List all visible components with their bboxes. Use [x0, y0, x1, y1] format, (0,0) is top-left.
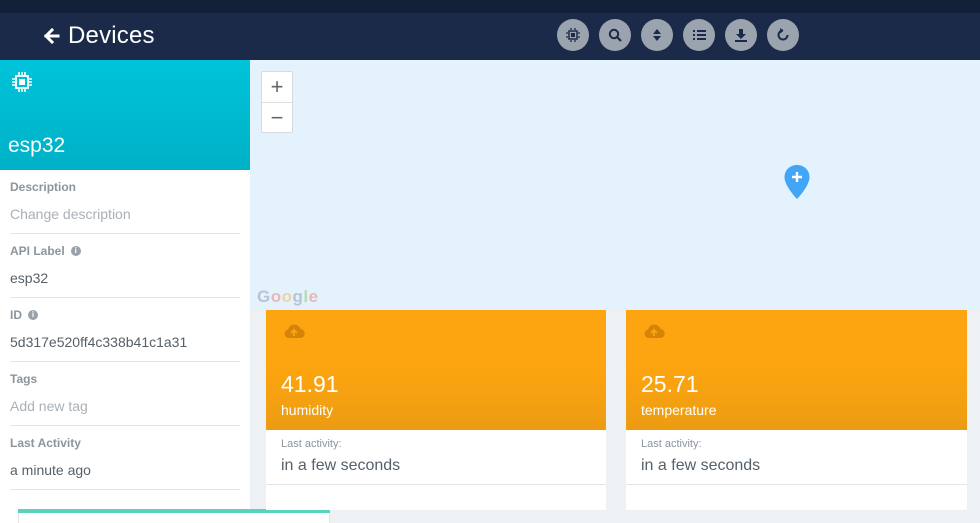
zoom-out-button[interactable]: −: [262, 102, 292, 132]
variable-name: humidity: [281, 402, 334, 418]
chip-icon: [566, 28, 580, 42]
device-name: esp32: [8, 134, 66, 157]
variable-name: temperature: [641, 402, 717, 418]
variable-value: 25.71: [641, 371, 699, 397]
cloud-upload-icon: [644, 324, 665, 339]
page-title: Devices: [68, 22, 155, 49]
tags-field[interactable]: Tags Add new tag: [0, 362, 250, 426]
info-icon[interactable]: i: [28, 310, 38, 320]
field-label-text: Description: [10, 180, 77, 194]
id-field: ID i 5d317e520ff4c338b41c1a31: [0, 298, 250, 362]
field-label: API Label i: [10, 244, 81, 258]
zoom-in-button[interactable]: +: [262, 72, 292, 102]
google-logo: Google: [257, 287, 319, 306]
top-strip: [0, 0, 980, 13]
field-label: Tags: [10, 372, 37, 386]
refresh-button[interactable]: [767, 19, 799, 51]
device-card: esp32: [0, 60, 250, 170]
device-sidebar: esp32 Description Change description API…: [0, 60, 250, 523]
variable-card-temperature[interactable]: 25.71 temperature Last activity: in a fe…: [626, 310, 967, 510]
field-label-text: API Label: [10, 244, 65, 258]
download-icon: [735, 29, 747, 42]
last-activity-value: a minute ago: [10, 462, 91, 478]
last-activity-value: in a few seconds: [281, 457, 401, 474]
description-input[interactable]: Change description: [10, 206, 131, 222]
tags-input[interactable]: Add new tag: [10, 398, 88, 414]
download-button[interactable]: [725, 19, 757, 51]
list-icon: [693, 30, 706, 40]
search-icon: [608, 28, 622, 42]
api-label-field: API Label i esp32: [0, 234, 250, 298]
variable-value: 41.91: [281, 371, 339, 397]
refresh-icon: [777, 28, 789, 41]
last-activity-field: Last Activity a minute ago: [0, 426, 250, 490]
list-view-button[interactable]: [683, 19, 715, 51]
arrow-left-icon: [44, 28, 60, 44]
field-label-text: Last Activity: [10, 436, 81, 450]
sort-icon: [653, 29, 661, 41]
last-activity-label: Last activity:: [641, 438, 702, 450]
field-label: Description: [10, 180, 76, 194]
top-bar: Devices: [0, 0, 980, 60]
toast-panel: [18, 513, 330, 523]
search-button[interactable]: [599, 19, 631, 51]
toolbar: [557, 19, 799, 51]
api-label-value[interactable]: esp32: [10, 270, 48, 286]
field-label-text: Tags: [10, 372, 38, 386]
last-activity-value: in a few seconds: [641, 457, 761, 474]
field-label: ID i: [10, 308, 38, 322]
zoom-control: + −: [261, 71, 293, 133]
back-button[interactable]: Devices: [44, 21, 155, 51]
id-value: 5d317e520ff4c338b41c1a31: [10, 334, 188, 350]
sort-button[interactable]: [641, 19, 673, 51]
location-pin-icon[interactable]: [783, 164, 811, 200]
variable-card-humidity[interactable]: 41.91 humidity Last activity: in a few s…: [266, 310, 606, 510]
variable-footer: Last activity: in a few seconds: [266, 430, 606, 485]
variable-header: 25.71 temperature: [626, 310, 967, 430]
description-field[interactable]: Description Change description: [0, 170, 250, 234]
cloud-upload-icon: [284, 324, 305, 339]
info-icon[interactable]: i: [70, 246, 81, 256]
device-type-button[interactable]: [557, 19, 589, 51]
map-view[interactable]: + − Google: [250, 60, 980, 310]
field-label-text: ID: [10, 308, 22, 322]
field-label: Last Activity: [10, 436, 81, 450]
chip-icon: [12, 72, 32, 92]
variable-header: 41.91 humidity: [266, 310, 606, 430]
variable-footer: Last activity: in a few seconds: [626, 430, 967, 485]
last-activity-label: Last activity:: [281, 438, 342, 450]
